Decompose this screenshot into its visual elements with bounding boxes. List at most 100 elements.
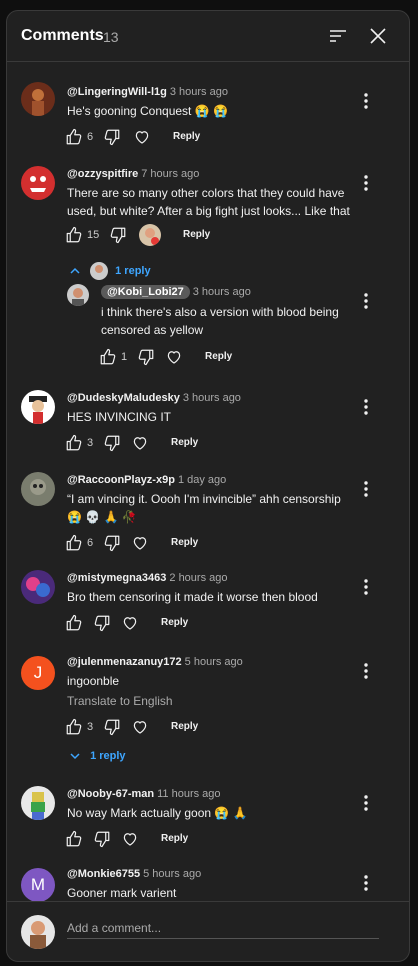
comment-actions: Reply (65, 830, 365, 850)
more-vert-icon[interactable] (361, 874, 371, 892)
dislike-icon[interactable] (93, 830, 111, 848)
heart-icon[interactable] (131, 434, 149, 452)
comment-text: Bro them censoring it made it worse then… (67, 590, 318, 604)
comment-author[interactable]: @LingeringWill-l1g 3 hours ago (67, 86, 228, 98)
comment-text: There are so many other colors that they… (67, 186, 350, 218)
like-icon[interactable] (65, 830, 83, 848)
more-vert-icon[interactable] (361, 292, 371, 310)
replies-count: 1 reply (115, 264, 151, 277)
more-vert-icon[interactable] (361, 662, 371, 680)
chevron-up-icon (70, 267, 80, 274)
comment-actions: 15 Reply (65, 224, 365, 246)
like-count: 3 (87, 437, 94, 449)
more-vert-icon[interactable] (361, 578, 371, 596)
dislike-icon[interactable] (103, 434, 121, 452)
comment-actions: 3 Reply (65, 434, 365, 454)
dislike-icon[interactable] (137, 348, 155, 366)
comment-author[interactable]: @Kobi_Lobi27 3 hours ago (101, 285, 251, 299)
reply-button[interactable]: Reply (161, 617, 188, 628)
dislike-icon[interactable] (103, 128, 121, 146)
reply-button[interactable]: Reply (171, 537, 198, 548)
avatar[interactable] (67, 284, 89, 306)
comment-text: HES INVINCING IT (67, 410, 172, 424)
comments-list[interactable]: @LingeringWill-l1g 3 hours ago He's gooni… (7, 62, 409, 902)
reply-button[interactable]: Reply (171, 721, 198, 732)
heart-icon[interactable] (131, 534, 149, 552)
user-avatar[interactable] (21, 915, 55, 949)
dislike-icon[interactable] (103, 534, 121, 552)
more-vert-icon[interactable] (361, 92, 371, 110)
comment-time: 3 hours ago (182, 392, 241, 404)
avatar[interactable]: J (21, 656, 55, 690)
avatar[interactable] (21, 786, 55, 820)
like-icon[interactable] (99, 348, 117, 366)
comment-time: 5 hours ago (143, 868, 202, 880)
comments-header: Comments 13 (7, 11, 409, 62)
like-count: 6 (87, 131, 94, 143)
comment-text: He's gooning Conquest 😭 😭 (67, 104, 228, 118)
creator-heart-avatar (139, 224, 161, 246)
avatar[interactable] (21, 166, 55, 200)
like-count: 6 (87, 537, 94, 549)
replies-toggle[interactable]: 1 reply (69, 750, 126, 762)
add-comment-input[interactable] (67, 918, 379, 939)
heart-icon[interactable] (121, 614, 139, 632)
comment-text: “I am vincing it. Oooh I'm invincible” a… (67, 492, 341, 524)
comment-actions: 1 Reply (99, 348, 399, 368)
comment-author[interactable]: @julenmenazanuy172 5 hours ago (67, 656, 243, 668)
reply-button[interactable]: Reply (161, 833, 188, 844)
more-vert-icon[interactable] (361, 794, 371, 812)
add-comment-bar (7, 901, 409, 961)
dislike-icon[interactable] (103, 718, 121, 736)
comment-author[interactable]: @RaccoonPlayz-x9p 1 day ago (67, 474, 226, 486)
dislike-icon[interactable] (93, 614, 111, 632)
like-count: 1 (121, 351, 128, 363)
heart-icon[interactable] (133, 128, 151, 146)
like-icon[interactable] (65, 226, 83, 244)
comment-time: 7 hours ago (141, 168, 200, 180)
comment-time: 3 hours ago (169, 86, 228, 98)
chevron-down-icon (70, 753, 80, 760)
avatar[interactable] (21, 570, 55, 604)
more-vert-icon[interactable] (361, 174, 371, 192)
reply-button[interactable]: Reply (173, 131, 200, 142)
heart-icon[interactable] (165, 348, 183, 366)
like-icon[interactable] (65, 128, 83, 146)
comment-author[interactable]: @DudeskyMaludesky 3 hours ago (67, 392, 241, 404)
comments-panel: Comments 13 @LingeringWill-l1g 3 hours ag… (6, 10, 410, 962)
like-count: 15 (87, 229, 100, 241)
comment-time: 5 hours ago (184, 656, 243, 668)
comments-title: Comments (21, 27, 104, 44)
comment-text: i think there's also a version with bloo… (101, 305, 339, 337)
comment-author[interactable]: @Monkie6755 5 hours ago (67, 868, 201, 880)
comment-actions: 6 Reply (65, 534, 365, 554)
reply-button[interactable]: Reply (183, 229, 210, 240)
like-icon[interactable] (65, 434, 83, 452)
avatar[interactable] (21, 82, 55, 116)
heart-icon[interactable] (131, 718, 149, 736)
more-vert-icon[interactable] (361, 398, 371, 416)
like-icon[interactable] (65, 718, 83, 736)
like-icon[interactable] (65, 534, 83, 552)
comment-text: No way Mark actually goon 😭 🙏 (67, 806, 248, 820)
comment-author[interactable]: @mistymegna3463 2 hours ago (67, 572, 228, 584)
dislike-icon[interactable] (109, 226, 127, 244)
avatar-letter: J (33, 663, 43, 682)
close-icon[interactable] (367, 25, 389, 47)
comment-author[interactable]: @Nooby-67-man 11 hours ago (67, 788, 221, 800)
heart-icon[interactable] (121, 830, 139, 848)
sort-icon[interactable] (327, 25, 349, 47)
reply-button[interactable]: Reply (205, 351, 232, 362)
avatar[interactable] (21, 472, 55, 506)
reply-button[interactable]: Reply (171, 437, 198, 448)
avatar[interactable] (21, 390, 55, 424)
replies-toggle[interactable]: 1 reply (69, 262, 151, 280)
translate-link[interactable]: Translate to English (67, 694, 173, 708)
avatar[interactable]: M (21, 868, 55, 902)
comment-actions: 6 Reply (65, 128, 365, 148)
comment-author[interactable]: @ozzyspitfire 7 hours ago (67, 168, 199, 180)
comment-actions: 3 Reply (65, 718, 365, 738)
like-icon[interactable] (65, 614, 83, 632)
comment-time: 1 day ago (177, 474, 227, 486)
more-vert-icon[interactable] (361, 480, 371, 498)
